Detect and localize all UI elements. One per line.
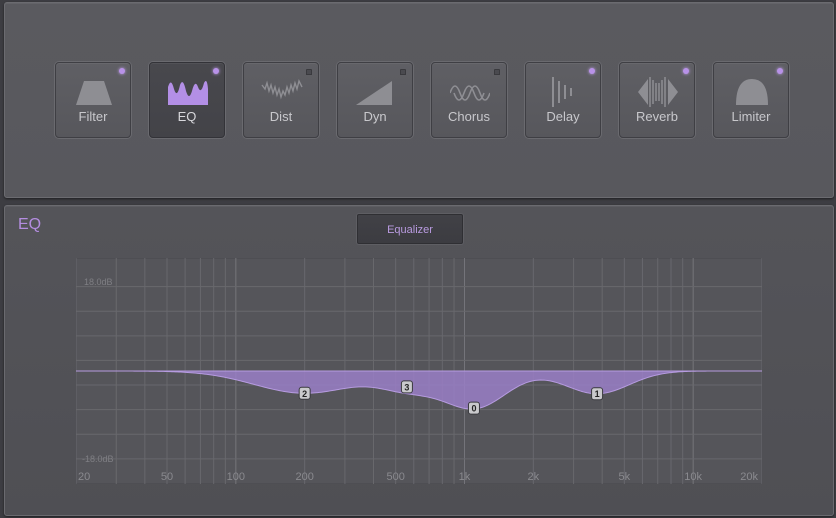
freq-label: 20k	[740, 471, 758, 483]
eq-band-number: 2	[302, 389, 307, 399]
effect-button-eq[interactable]: EQ	[149, 62, 225, 138]
eq-band-handle[interactable]: 2	[298, 386, 311, 400]
effect-label: Chorus	[448, 109, 490, 124]
effect-button-filter[interactable]: Filter	[55, 62, 131, 138]
power-led[interactable]	[306, 69, 312, 75]
effect-label: Delay	[546, 109, 580, 124]
power-led[interactable]	[494, 69, 500, 75]
freq-label: 2k	[528, 471, 540, 483]
effect-button-dyn[interactable]: Dyn	[337, 62, 413, 138]
eq-band-number: 3	[404, 382, 409, 392]
effect-label: Dyn	[363, 109, 387, 124]
freq-label: 500	[386, 471, 404, 483]
effect-label: Limiter	[731, 109, 771, 124]
chorus-wave-icon	[450, 85, 490, 101]
effect-button-reverb[interactable]: Reverb	[619, 62, 695, 138]
effect-button-limiter[interactable]: Limiter	[713, 62, 789, 138]
power-led[interactable]	[683, 68, 689, 74]
eq-graph[interactable]: 18.0dB -18.0dB 20 50 100 200 500 1k 2k 5k 10k 20k…	[76, 258, 762, 484]
eq-band-handle[interactable]: 0	[467, 401, 480, 415]
freq-label: 100	[227, 471, 245, 483]
db-bottom-label: -18.0dB	[82, 454, 114, 464]
effect-label: Dist	[269, 109, 293, 124]
eq-band-handle[interactable]: 1	[591, 387, 604, 401]
effect-button-delay[interactable]: Delay	[525, 62, 601, 138]
section-title: EQ	[18, 216, 42, 233]
tab-equalizer[interactable]: Equalizer	[357, 214, 463, 244]
delay-lines-icon	[552, 77, 572, 107]
effect-label: Filter	[78, 109, 108, 124]
db-top-label: 18.0dB	[84, 277, 113, 287]
filter-shape-icon	[76, 81, 112, 105]
effect-label: EQ	[177, 109, 197, 124]
eq-band-number: 0	[471, 404, 476, 414]
power-led[interactable]	[213, 68, 219, 74]
eq-shape-icon	[168, 81, 208, 105]
power-led[interactable]	[400, 69, 406, 75]
reverb-diamond-icon	[638, 77, 678, 107]
eq-band-handle[interactable]: 3	[400, 380, 413, 394]
freq-label: 50	[161, 471, 173, 483]
power-led[interactable]	[119, 68, 125, 74]
effect-button-chorus[interactable]: Chorus	[431, 62, 507, 138]
effect-label: Reverb	[636, 109, 678, 124]
effect-button-dist[interactable]: Dist	[243, 62, 319, 138]
freq-label: 10k	[684, 471, 702, 483]
freq-label: 20	[78, 471, 90, 483]
dynamics-ramp-icon	[356, 81, 392, 105]
limiter-dome-icon	[736, 79, 768, 105]
power-led[interactable]	[777, 68, 783, 74]
power-led[interactable]	[589, 68, 595, 74]
freq-label: 5k	[619, 471, 631, 483]
freq-label: 200	[295, 471, 313, 483]
eq-band-number: 1	[595, 389, 600, 399]
freq-label: 1k	[459, 471, 471, 483]
distortion-wave-icon	[261, 78, 303, 100]
